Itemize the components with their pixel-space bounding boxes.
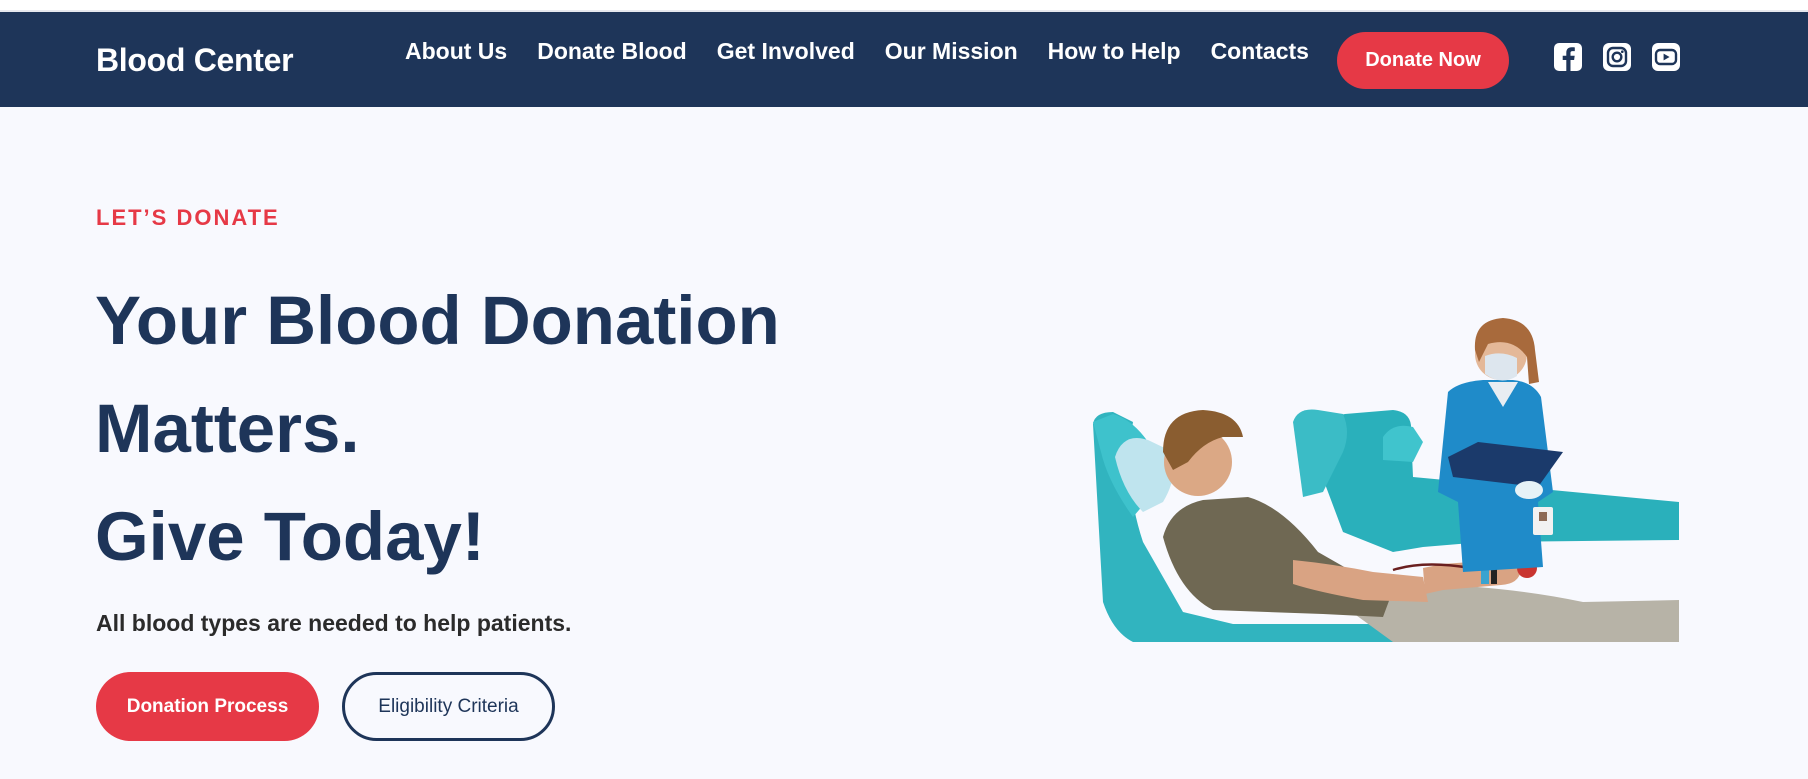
donate-now-button[interactable]: Donate Now	[1337, 32, 1509, 89]
headline-line-3: Give Today!	[95, 498, 485, 575]
blood-donation-photo	[1093, 318, 1679, 642]
headline-line-1: Your Blood Donation	[95, 282, 780, 359]
hero-eyebrow: LET’S DONATE	[96, 205, 280, 230]
instagram-icon[interactable]	[1602, 42, 1632, 72]
facebook-icon[interactable]	[1553, 42, 1583, 72]
hero-section: LET’S DONATE Your Blood Donation Matters…	[0, 107, 1808, 779]
browser-top-strip	[0, 0, 1808, 12]
main-nav: About Us Donate Blood Get Involved Our M…	[405, 38, 1339, 65]
eligibility-criteria-button[interactable]: Eligibility Criteria	[342, 672, 555, 741]
site-header: Blood Center About Us Donate Blood Get I…	[0, 12, 1808, 107]
nav-get-involved[interactable]: Get Involved	[717, 38, 855, 65]
site-logo-text[interactable]: Blood Center	[96, 42, 294, 79]
youtube-icon[interactable]	[1651, 42, 1681, 72]
nav-our-mission[interactable]: Our Mission	[885, 38, 1018, 65]
donation-process-button[interactable]: Donation Process	[96, 672, 319, 741]
hero-headline: Your Blood Donation Matters. Give Today!	[95, 267, 915, 591]
headline-line-2: Matters.	[95, 390, 360, 467]
hero-subtitle: All blood types are needed to help patie…	[96, 610, 572, 636]
nav-about-us[interactable]: About Us	[405, 38, 507, 65]
nav-donate-blood[interactable]: Donate Blood	[537, 38, 687, 65]
nav-contacts[interactable]: Contacts	[1211, 38, 1309, 65]
nav-how-to-help[interactable]: How to Help	[1048, 38, 1181, 65]
